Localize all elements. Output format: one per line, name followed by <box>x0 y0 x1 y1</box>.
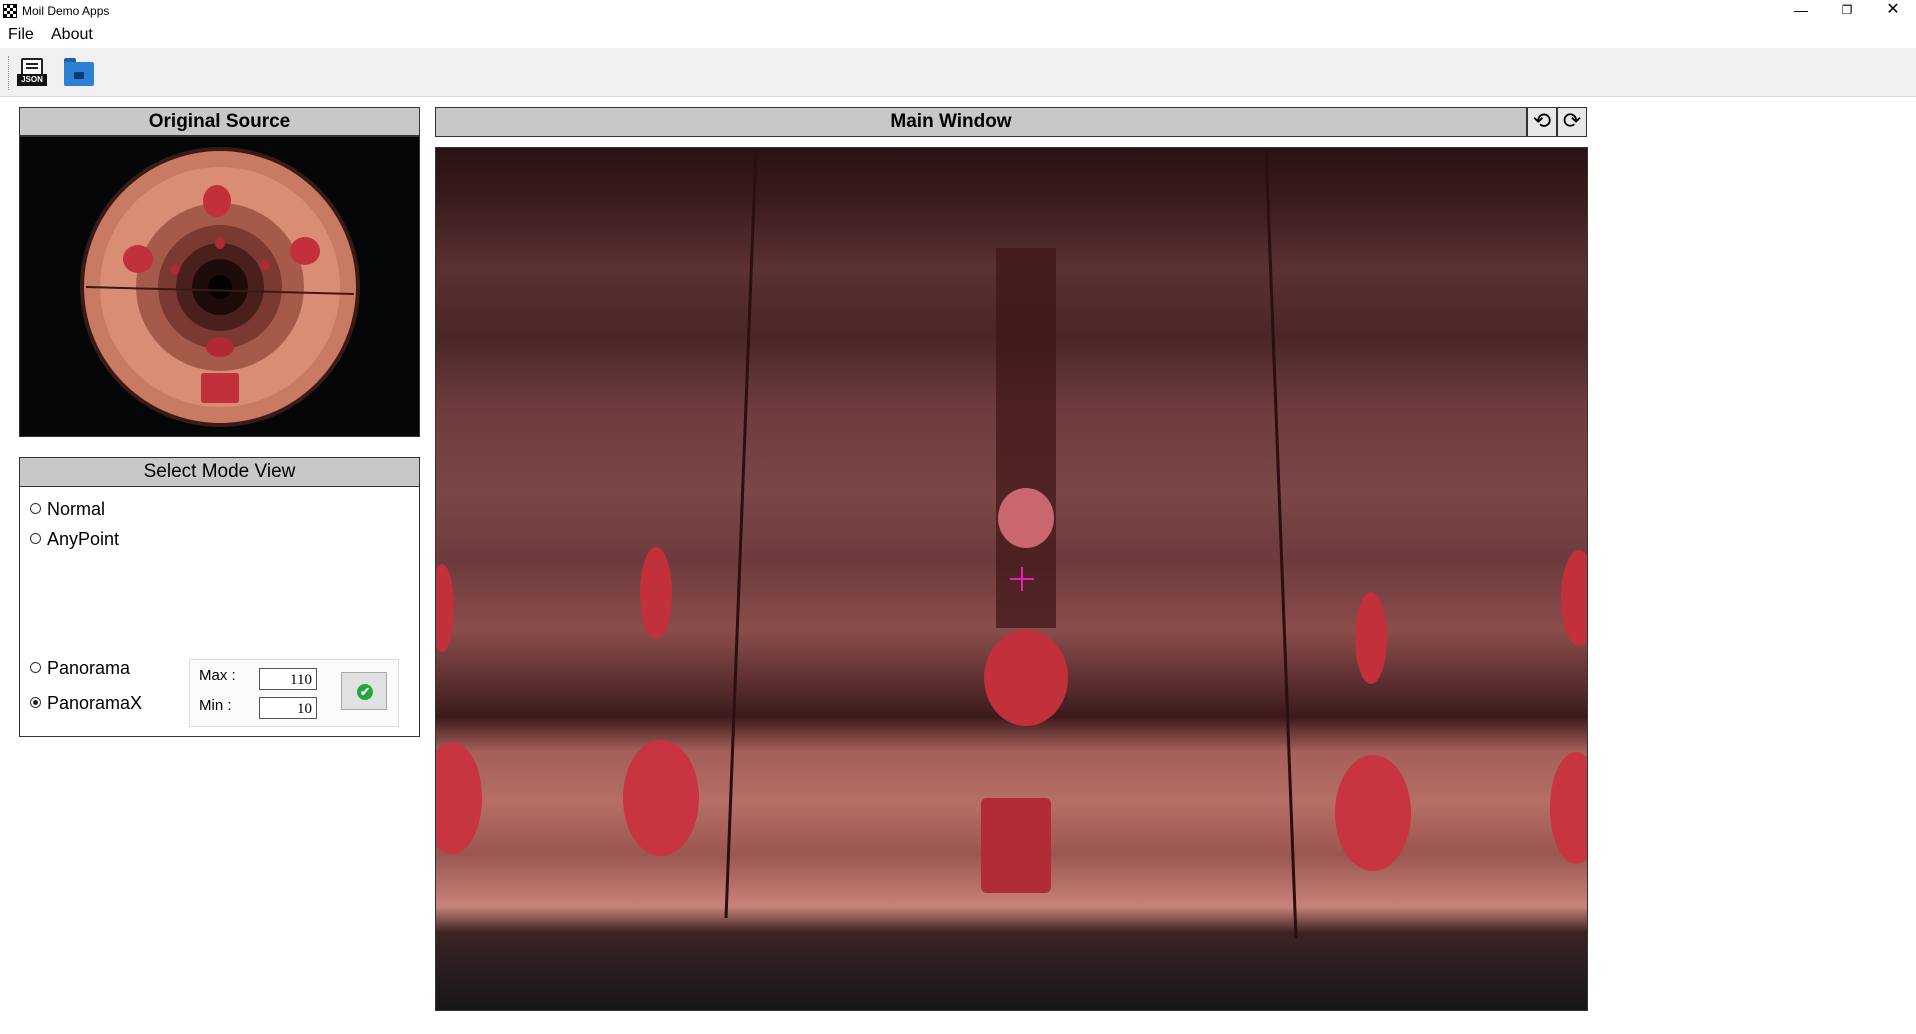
radio-anypoint-label: AnyPoint <box>47 529 120 549</box>
close-button[interactable]: ✕ <box>1870 0 1916 22</box>
min-input[interactable]: 10 <box>259 697 317 719</box>
window-title: Moil Demo Apps <box>22 4 110 18</box>
radio-panoramax-label: PanoramaX <box>47 693 143 713</box>
rotate-right-button[interactable]: ⟳ <box>1557 107 1587 137</box>
json-file-icon[interactable]: JSON <box>16 56 50 90</box>
json-tag: JSON <box>17 74 47 86</box>
title-bar: Moil Demo Apps — ❐ ✕ <box>0 0 1916 22</box>
menu-about[interactable]: About <box>51 26 93 44</box>
toolbar: JSON <box>0 48 1916 97</box>
check-circle-icon: ✔ <box>357 684 373 700</box>
folder-mark <box>74 72 84 79</box>
fisheye-source-image <box>80 147 360 427</box>
original-source-title: Original Source <box>19 107 420 136</box>
radio-anypoint[interactable]: AnyPoint <box>30 527 119 551</box>
radio-panoramax[interactable]: PanoramaX <box>30 691 142 715</box>
min-label: Min : <box>199 697 232 714</box>
main-window-image[interactable] <box>435 147 1588 1011</box>
open-folder-icon[interactable] <box>62 56 96 90</box>
menu-bar: File About <box>0 24 1916 46</box>
menu-file[interactable]: File <box>8 26 34 44</box>
max-input[interactable]: 110 <box>259 668 317 690</box>
minimize-button[interactable]: — <box>1778 0 1824 22</box>
rotate-left-button[interactable]: ⟲ <box>1527 107 1557 137</box>
radio-panorama[interactable]: Panorama <box>30 656 130 680</box>
max-label: Max : <box>199 667 236 684</box>
maximize-button[interactable]: ❐ <box>1824 0 1870 22</box>
radio-anypoint-circle[interactable] <box>30 532 41 544</box>
toolbar-grip <box>8 56 11 90</box>
original-source-image <box>19 136 420 437</box>
mode-view-panel: Normal AnyPoint Panorama PanoramaX Max :… <box>19 487 420 737</box>
crosshair-vertical <box>1021 567 1023 591</box>
radio-normal-label: Normal <box>47 499 106 519</box>
radio-panorama-circle[interactable] <box>30 661 41 673</box>
radio-normal[interactable]: Normal <box>30 497 105 521</box>
radio-panoramax-circle[interactable] <box>30 696 41 708</box>
apply-button[interactable]: ✔ <box>341 672 387 710</box>
radio-panorama-label: Panorama <box>47 658 131 678</box>
radio-normal-circle[interactable] <box>30 502 41 514</box>
main-window-title: Main Window <box>435 107 1527 137</box>
app-icon <box>3 4 17 18</box>
select-mode-view-title: Select Mode View <box>19 457 420 487</box>
max-min-group: Max : 110 Min : 10 ✔ <box>189 659 399 727</box>
